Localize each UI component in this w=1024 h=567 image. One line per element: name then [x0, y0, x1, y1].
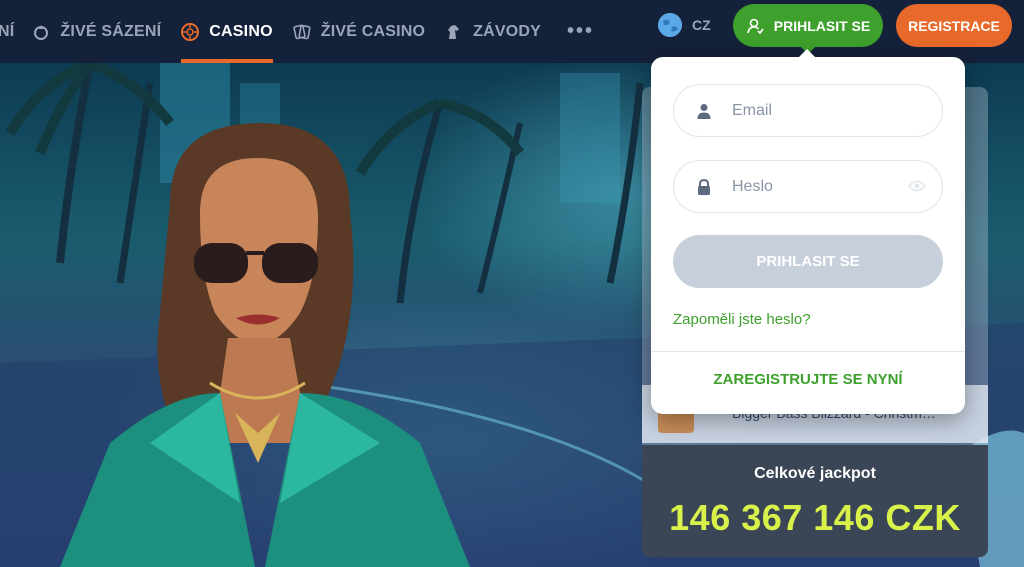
nav-item-partial[interactable]: NÍ [0, 0, 14, 63]
email-field[interactable] [673, 84, 943, 137]
lock-icon [698, 178, 710, 195]
jackpot-value: 146 367 146 CZK [669, 497, 961, 538]
login-button[interactable]: PRIHLASIT SE [733, 4, 883, 54]
nav-item-label: ŽIVÉ CASINO [320, 22, 426, 40]
more-menu-button[interactable]: ••• [567, 20, 594, 43]
globe-icon [658, 13, 682, 37]
nav-item-casino[interactable]: CASINO [181, 0, 274, 63]
user-icon [697, 103, 711, 119]
jackpot-panel: Celkové jackpot 146 367 146 CZK [642, 445, 988, 557]
top-navigation-bar: NÍ ŽIVÉ SÁZENÍ CASINO ŽIVÉ CASINO ZÁVODY… [0, 0, 1024, 63]
nav-item-label: NÍ [0, 22, 15, 40]
main-nav: NÍ ŽIVÉ SÁZENÍ CASINO ŽIVÉ CASINO ZÁVODY… [0, 0, 594, 63]
live-betting-icon [34, 24, 49, 40]
divider [651, 351, 965, 352]
language-selector[interactable]: CZ [658, 13, 711, 37]
register-button[interactable]: REGISTRACE [896, 4, 1012, 47]
register-button-label: REGISTRACE [908, 17, 1000, 34]
user-icon [746, 18, 764, 34]
login-submit-label: PRIHLASIT SE [756, 253, 860, 270]
login-dropdown: PRIHLASIT SE Zapoměli jste heslo? ZAREGI… [651, 49, 965, 414]
register-now-link[interactable]: ZAREGISTRUJTE SE NYNÍ [651, 371, 965, 388]
login-button-label: PRIHLASIT SE [773, 17, 871, 34]
forgot-password-link[interactable]: Zapoměli jste heslo? [673, 311, 811, 328]
password-field[interactable] [673, 160, 943, 213]
email-input[interactable] [732, 101, 912, 120]
login-submit-button[interactable]: PRIHLASIT SE [673, 235, 943, 288]
nav-item-label: ZÁVODY [473, 22, 542, 40]
nav-item-live-casino[interactable]: ŽIVÉ CASINO [293, 0, 425, 63]
nav-item-live-betting[interactable]: ŽIVÉ SÁZENÍ [32, 0, 161, 63]
password-input[interactable] [732, 177, 912, 196]
nav-item-label: ŽIVÉ SÁZENÍ [60, 22, 162, 40]
horse-icon [448, 24, 460, 39]
language-code: CZ [692, 17, 711, 33]
cards-icon [293, 24, 311, 39]
nav-item-races[interactable]: ZÁVODY [445, 0, 541, 63]
jackpot-label: Celkové jackpot [754, 465, 876, 482]
nav-item-label: CASINO [209, 22, 273, 40]
show-password-icon[interactable] [908, 179, 926, 193]
roulette-icon [181, 22, 200, 41]
